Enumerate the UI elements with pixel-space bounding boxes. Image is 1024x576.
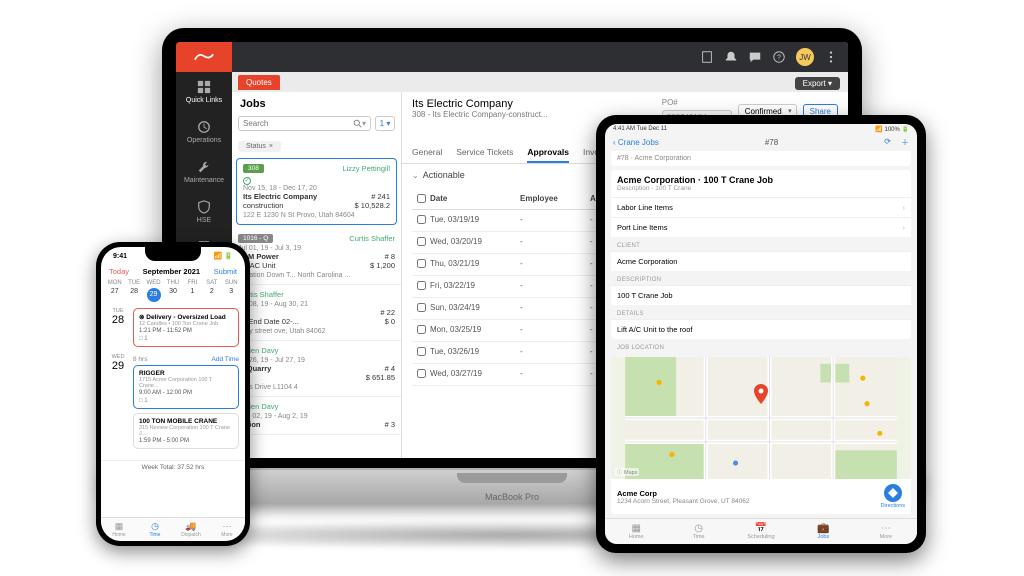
ipad-status-bar: 4:41 AM Tue Dec 11📶 100% 🔋 (605, 124, 917, 134)
tab-quotes[interactable]: Quotes (238, 75, 280, 90)
map-attribution: ⓘ Maps (615, 468, 639, 476)
weekday[interactable]: FRI1 (183, 280, 202, 302)
section-label: DETAILS (605, 305, 917, 319)
job-card[interactable]: Dallen Davy Jul 26, 19 - Jul 27, 19 te Q… (232, 341, 401, 397)
map-pin-icon (752, 384, 770, 411)
more-icon[interactable] (824, 50, 838, 64)
row-port[interactable]: Port Line Items› (611, 217, 911, 237)
help-icon[interactable]: ? (772, 50, 786, 64)
section-label: CLIENT (605, 237, 917, 251)
job-card[interactable]: 1016 - QCurtis Shaffer Jul 01, 19 - Jul … (232, 229, 401, 285)
tab-service-tickets[interactable]: Service Tickets (456, 143, 513, 163)
month-label[interactable]: September 2021 (143, 267, 201, 276)
search-input[interactable]: ▾ (238, 116, 371, 131)
week-total: Week Total: 37.52 hrs (101, 460, 245, 474)
weekday[interactable]: MON27 (105, 280, 124, 302)
back-button[interactable]: ‹ Crane Jobs (613, 138, 659, 147)
refresh-icon[interactable]: ⟳ (884, 137, 891, 148)
weekday[interactable]: THU30 (163, 280, 182, 302)
ipad-device: 4:41 AM Tue Dec 11📶 100% 🔋 ‹ Crane Jobs … (596, 115, 926, 553)
company-subtitle: 308 - Its Electric Company-construct... (412, 110, 548, 119)
po-label: PO# (662, 98, 732, 107)
row-labor[interactable]: Labor Line Items› (611, 197, 911, 217)
phone-device: 9:41 📶 🔋 Today September 2021 Submit MON… (96, 242, 250, 546)
today-link[interactable]: Today (109, 267, 129, 276)
macbook-label: MacBook Pro (485, 492, 539, 502)
directions-button[interactable]: Directions (881, 484, 905, 509)
add-icon[interactable]: ＋ (901, 137, 909, 148)
bell-icon[interactable] (724, 50, 738, 64)
section-value: 100 T Crane Job (611, 285, 911, 305)
brand-logo[interactable] (176, 42, 232, 72)
nav-title: #78 (659, 138, 885, 147)
filter-button[interactable]: 1 ▾ (375, 116, 395, 131)
address-row[interactable]: Acme Corp 1234 Acorn Street, Pleasant Gr… (611, 479, 911, 514)
phone-tab-dispatch[interactable]: 🚚Dispatch (173, 518, 209, 541)
weekday[interactable]: SUN3 (222, 280, 241, 302)
select-all-checkbox[interactable] (417, 194, 426, 203)
job-map[interactable]: ⓘ Maps (611, 357, 911, 479)
job-card[interactable]: Dallen Davy Aug 02, 19 - Aug 2, 19 uctio… (232, 397, 401, 435)
nav-quick-links[interactable]: Quick Links (176, 72, 232, 112)
submit-link[interactable]: Submit (214, 267, 237, 276)
ipad-tab-more[interactable]: ⋯More (855, 519, 917, 544)
doc-icon[interactable] (700, 50, 714, 64)
nav-hse[interactable]: HSE (176, 192, 232, 232)
user-avatar[interactable]: JW (796, 48, 814, 66)
time-card[interactable]: RIGGER1715 Acme Corporation 100 T Crane.… (133, 365, 239, 409)
loc-label: JOB LOCATION (605, 339, 917, 353)
job-pill: #78 · Acme Corporation (611, 151, 911, 166)
phone-tab-more[interactable]: ⋯More (209, 518, 245, 541)
nav-maintenance[interactable]: Maintenance (176, 152, 232, 192)
section-label: DESCRIPTION (605, 271, 917, 285)
section-value: Lift A/C Unit to the roof (611, 319, 911, 339)
add-time-link[interactable]: Add Time (212, 356, 239, 363)
time-card[interactable]: 100 TON MOBILE CRANE315 Review Corporati… (133, 413, 239, 449)
weekday[interactable]: WED29 (144, 280, 163, 302)
jobs-panel: Jobs ▾ 1 ▾ Status × 308Lizzy Pettingill✓… (232, 92, 402, 458)
search-icon (353, 119, 362, 128)
top-bar: ? JW (232, 42, 848, 72)
weekday[interactable]: TUE28 (124, 280, 143, 302)
svg-text:?: ? (777, 55, 781, 62)
ipad-tab-home[interactable]: ▦Home (605, 519, 667, 544)
job-title: Acme Corporation · 100 T Crane Job Descr… (611, 170, 911, 197)
status-chip[interactable]: Status × (238, 141, 281, 152)
phone-tab-home[interactable]: ▦Home (101, 518, 137, 541)
export-button[interactable]: Export ▾ (795, 77, 840, 90)
phone-tab-time[interactable]: ◷Time (137, 518, 173, 541)
job-card[interactable]: Curtis Shaffer Jul 08, 19 - Aug 30, 21 #… (232, 285, 401, 341)
tab-approvals[interactable]: Approvals (527, 143, 569, 163)
tab-general[interactable]: General (412, 143, 442, 163)
time-card[interactable]: ⊗ Delivery - Oversized Load12 Candles • … (133, 308, 239, 347)
ipad-tab-jobs[interactable]: 💼Jobs (792, 519, 854, 544)
section-value: Acme Corporation (611, 251, 911, 271)
ipad-tab-scheduling[interactable]: 📅Scheduling (730, 519, 792, 544)
chat-icon[interactable] (748, 50, 762, 64)
jobs-title: Jobs (232, 92, 401, 116)
job-card[interactable]: 308Lizzy Pettingill✓ Nov 15, 18 - Dec 17… (236, 158, 397, 225)
weekday[interactable]: SAT2 (202, 280, 221, 302)
company-title: Its Electric Company (412, 98, 548, 110)
nav-operations[interactable]: Operations (176, 112, 232, 152)
ipad-tab-time[interactable]: ◷Time (667, 519, 729, 544)
